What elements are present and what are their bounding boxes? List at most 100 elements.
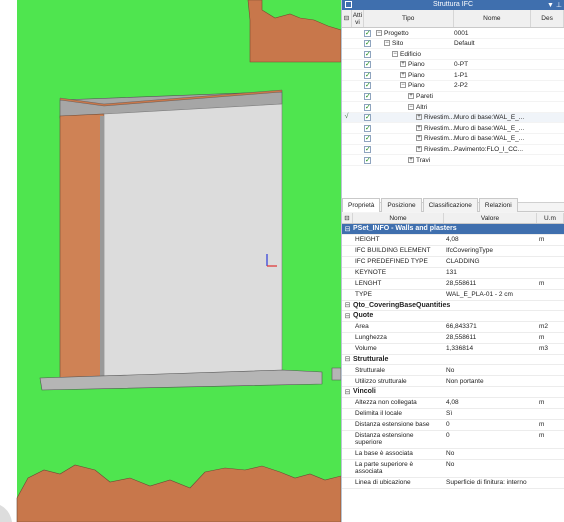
property-row[interactable]: Utilizzo strutturale Non portante xyxy=(342,376,564,387)
visibility-checkbox[interactable]: ✓ xyxy=(364,114,371,122)
tree-node[interactable]: − Progetto xyxy=(376,29,454,37)
property-row[interactable]: Strutturale No xyxy=(342,365,564,376)
property-row[interactable]: IFC BUILDING ELEMENT IfcCoveringType xyxy=(342,246,564,257)
tree-row[interactable]: ✓ + Rivestim... Muro di base:WAL_E_... xyxy=(342,134,564,145)
expand-toggle-icon[interactable]: − xyxy=(400,82,406,89)
property-group[interactable]: ⊟ Strutturale xyxy=(342,355,564,365)
visibility-checkbox[interactable]: ✓ xyxy=(364,93,371,101)
property-group[interactable]: ⊟ Vincoli xyxy=(342,387,564,398)
property-row[interactable]: HEIGHT 4,08 m xyxy=(342,235,564,246)
visibility-checkbox[interactable]: ✓ xyxy=(364,146,371,154)
tree-col-desc[interactable]: Des xyxy=(531,10,564,27)
property-group[interactable]: ⊟ Qto_CoveringBaseQuantities xyxy=(342,301,564,311)
expand-toggle-icon[interactable]: + xyxy=(416,114,422,121)
visibility-checkbox[interactable]: ✓ xyxy=(364,71,371,79)
group-toggle-icon[interactable]: ⊟ xyxy=(342,301,353,309)
expand-all-icon[interactable]: ⊟ xyxy=(342,10,352,27)
tree-row[interactable]: ✓ + Travi xyxy=(342,155,564,166)
property-row[interactable]: Linea di ubicazione Superficie di finitur… xyxy=(342,478,564,489)
property-row[interactable]: IFC PREDEFINED TYPE CLADDING xyxy=(342,257,564,268)
property-row[interactable]: La parte superiore è associata No xyxy=(342,460,564,478)
tree-node[interactable]: − Sito xyxy=(384,40,454,47)
expand-toggle-icon[interactable]: + xyxy=(408,93,414,100)
tree-row[interactable]: ✓ + Rivestim... Pavimento:FLO_I_CC... xyxy=(342,145,564,156)
tree-row[interactable]: ✓ + Rivestim... Muro di base:WAL_E_... xyxy=(342,123,564,134)
property-row[interactable]: Distanza estensione base 0 m xyxy=(342,420,564,431)
tree-node[interactable]: + Piano xyxy=(400,71,454,79)
expand-toggle-icon[interactable]: + xyxy=(400,71,406,78)
expand-toggle-icon[interactable]: + xyxy=(408,156,414,163)
expand-toggle-icon[interactable]: + xyxy=(416,135,422,142)
tree-row[interactable]: ✓ + Piano 1-P1 xyxy=(342,70,564,81)
group-toggle-icon[interactable]: ⊟ xyxy=(342,312,353,320)
tab-posizione[interactable]: Posizione xyxy=(381,198,422,212)
tree-col-tipo[interactable]: Tipo xyxy=(364,10,454,27)
tree-node-type: Rivestim... xyxy=(424,146,454,154)
property-name: Distanza estensione superiore xyxy=(355,432,414,446)
visibility-checkbox[interactable]: ✓ xyxy=(364,124,371,132)
property-row[interactable]: Lunghezza 28,558611 m xyxy=(342,333,564,344)
3d-viewport[interactable] xyxy=(0,0,341,522)
tab-proprietà[interactable]: Proprietà xyxy=(342,198,381,212)
props-col-um[interactable]: U.m xyxy=(537,213,564,223)
property-row[interactable]: Distanza estensione superiore 0 m xyxy=(342,431,564,449)
property-row[interactable]: La base è associata No xyxy=(342,449,564,460)
expand-toggle-icon[interactable]: + xyxy=(400,61,406,68)
tree-node[interactable]: + Travi xyxy=(408,156,454,164)
visibility-checkbox[interactable]: ✓ xyxy=(364,61,371,69)
chevron-down-icon[interactable]: ▼ ⊥ xyxy=(547,1,562,9)
tree-node[interactable]: + Piano xyxy=(400,61,454,68)
expand-toggle-icon[interactable]: − xyxy=(384,40,390,47)
tab-classificazione[interactable]: Classificazione xyxy=(422,198,478,212)
property-group[interactable]: ⊟ Quote xyxy=(342,311,564,322)
expand-toggle-icon[interactable]: − xyxy=(376,29,382,36)
visibility-checkbox[interactable]: ✓ xyxy=(364,40,371,48)
tree-row[interactable]: ✓ − Piano 2-P2 xyxy=(342,81,564,92)
group-toggle-icon[interactable]: ⊟ xyxy=(342,225,353,233)
visibility-checkbox[interactable]: ✓ xyxy=(364,82,371,90)
tree-row[interactable]: ✓ − Altri xyxy=(342,102,564,113)
tree-node[interactable]: + Rivestim... xyxy=(416,124,454,132)
tree-row[interactable]: √ ✓ + Rivestim... Muro di base:WAL_E_... xyxy=(342,112,564,124)
tree-node-type: Progetto xyxy=(384,29,409,37)
props-col-valore[interactable]: Valore xyxy=(444,213,537,223)
props-col-nome[interactable]: Nome xyxy=(353,213,444,223)
expand-toggle-icon[interactable]: − xyxy=(392,50,398,57)
visibility-checkbox[interactable]: ✓ xyxy=(364,156,371,164)
property-row[interactable]: Area 66,843371 m2 xyxy=(342,322,564,333)
tree-row[interactable]: ✓ − Edificio xyxy=(342,49,564,60)
visibility-checkbox[interactable]: ✓ xyxy=(364,135,371,143)
row-indent xyxy=(342,398,353,408)
tree-row[interactable]: ✓ + Piano 0-PT xyxy=(342,60,564,71)
property-row[interactable]: Delimita il locale Sì xyxy=(342,409,564,420)
tree-node[interactable]: − Altri xyxy=(408,103,454,111)
expand-toggle-icon[interactable]: + xyxy=(416,146,422,153)
property-row[interactable]: TYPE WAL_E_PLA-01 - 2 cm xyxy=(342,290,564,301)
tree-node[interactable]: − Piano xyxy=(400,82,454,89)
visibility-checkbox[interactable]: ✓ xyxy=(364,50,371,58)
tree-node[interactable]: + Pareti xyxy=(408,93,454,100)
expand-toggle-icon[interactable]: − xyxy=(408,103,414,110)
tree-node[interactable]: − Edificio xyxy=(392,50,454,58)
property-row[interactable]: Altezza non collegata 4,08 m xyxy=(342,398,564,409)
tree-row[interactable]: ✓ − Sito Default xyxy=(342,39,564,50)
tree-col-nome[interactable]: Nome xyxy=(454,10,532,27)
tree-node[interactable]: + Rivestim... xyxy=(416,114,454,121)
tree-row[interactable]: ✓ + Pareti xyxy=(342,92,564,103)
property-row[interactable]: KEYNOTE 131 xyxy=(342,268,564,279)
tree-node[interactable]: + Rivestim... xyxy=(416,146,454,153)
expand-toggle-icon[interactable]: + xyxy=(416,124,422,131)
property-group[interactable]: ⊟ PSet_INFO - Walls and plasters xyxy=(342,224,564,235)
property-row[interactable]: LENGHT 28,558611 m xyxy=(342,279,564,290)
visibility-checkbox[interactable]: ✓ xyxy=(364,103,371,111)
tab-relazioni[interactable]: Relazioni xyxy=(478,198,518,212)
tree-col-attivi[interactable]: Atti vi xyxy=(352,10,364,27)
visibility-checkbox[interactable]: ✓ xyxy=(364,29,371,37)
props-expand-icon[interactable]: ⊟ xyxy=(342,213,353,223)
tree-row[interactable]: ✓ − Progetto 0001 xyxy=(342,28,564,39)
property-row[interactable]: Volume 1,336814 m3 xyxy=(342,344,564,355)
tree-node[interactable]: + Rivestim... xyxy=(416,135,454,142)
tree-node-type: Rivestim... xyxy=(424,114,454,122)
group-toggle-icon[interactable]: ⊟ xyxy=(342,355,353,363)
group-toggle-icon[interactable]: ⊟ xyxy=(342,388,353,396)
